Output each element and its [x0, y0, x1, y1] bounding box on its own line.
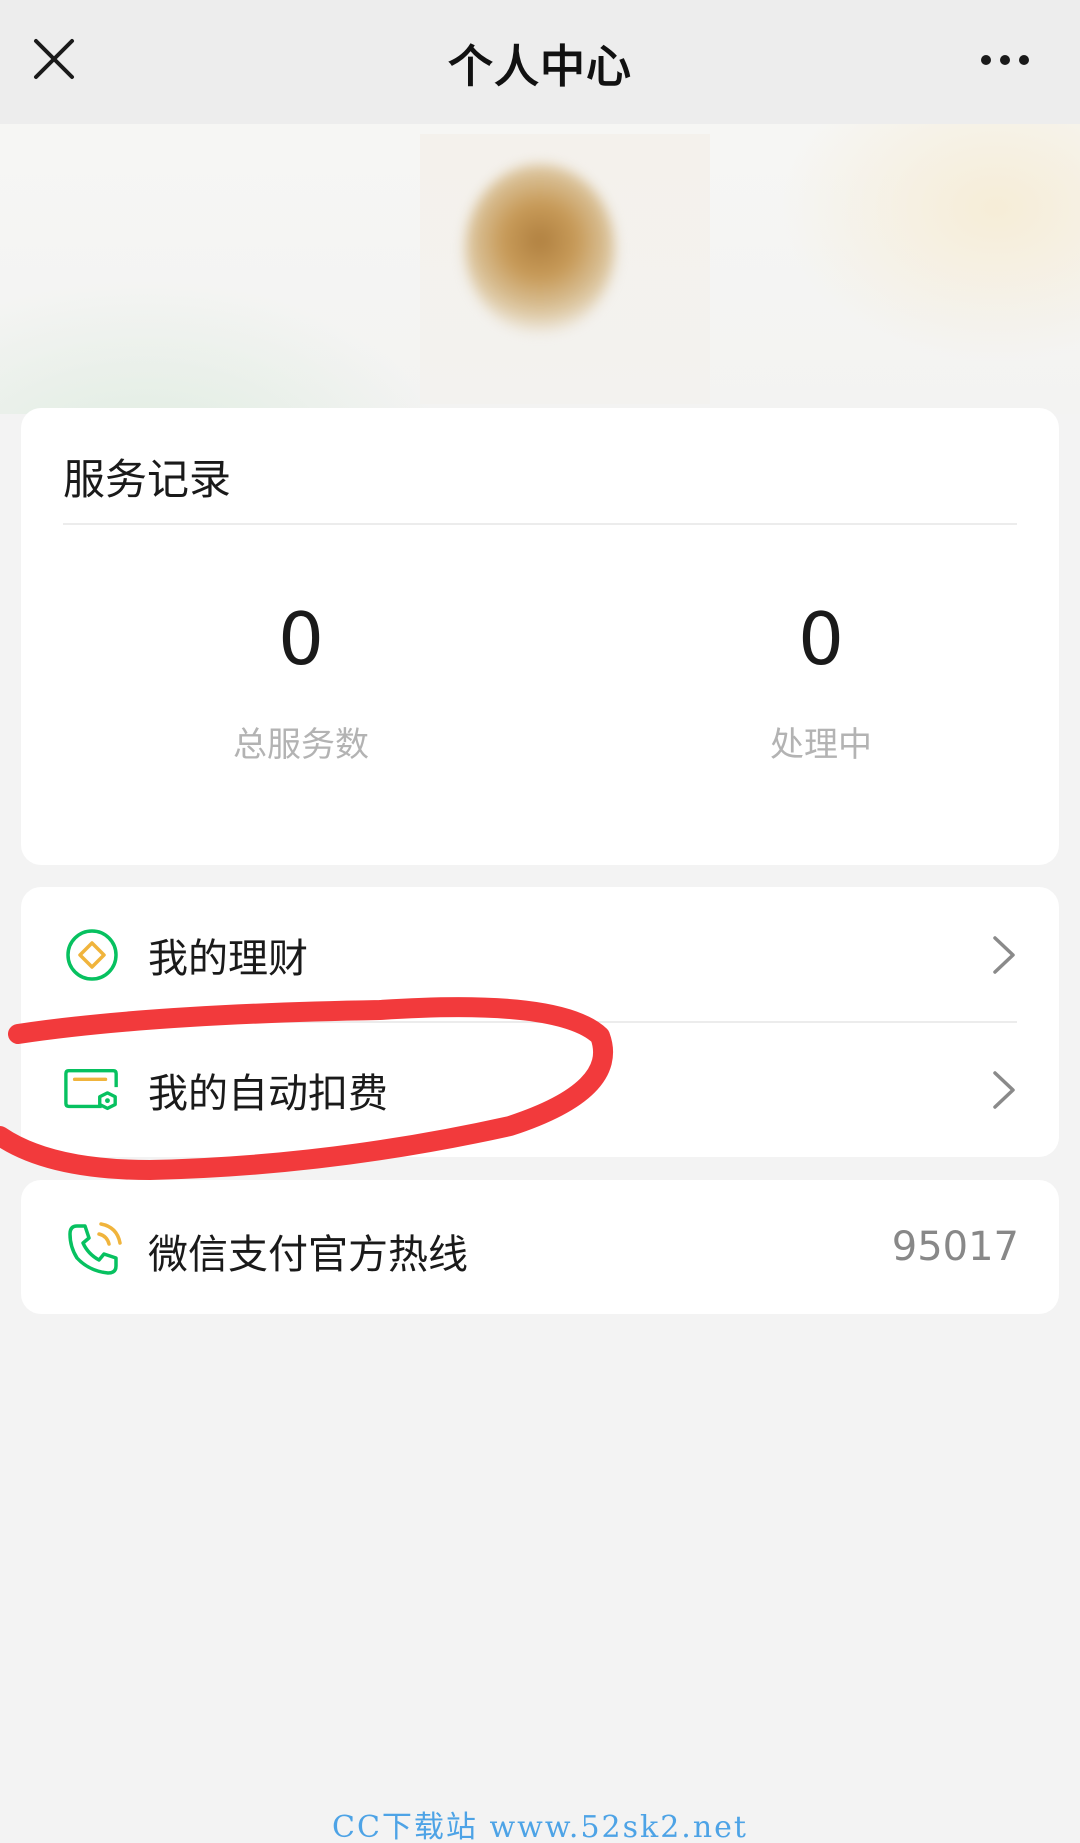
personal-center-page: 个人中心 服务记录 0 总服务数 0 处理中 我的理财 我的自动扣费 微信支付官…: [0, 0, 1080, 1843]
chevron-right-icon: [993, 935, 1015, 974]
avatar-image-blurred: [465, 164, 615, 334]
watermark-text: CC下载站 www.52sk2.net: [332, 1810, 748, 1843]
menu-item-label: 我的自动扣费: [148, 1070, 388, 1117]
divider: [63, 523, 1017, 525]
page-title: 个人中心: [447, 39, 632, 93]
profile-hero: [0, 124, 1080, 414]
close-button[interactable]: [26, 26, 82, 92]
top-nav-bar: 个人中心: [0, 0, 1080, 124]
menu-item-label: 我的理财: [148, 935, 308, 982]
close-icon: [34, 39, 74, 79]
service-records-card: 服务记录 0 总服务数 0 处理中: [21, 408, 1059, 865]
avatar[interactable]: [420, 134, 710, 404]
stat-value: 0: [278, 597, 324, 681]
stat-label: 处理中: [770, 725, 872, 765]
hotline-label: 微信支付官方热线: [148, 1232, 468, 1278]
stat-value: 0: [798, 597, 844, 681]
service-records-title: 服务记录: [63, 455, 232, 504]
stat-label: 总服务数: [233, 725, 369, 765]
stat-total-services[interactable]: 0 总服务数: [121, 603, 481, 766]
hero-decoration-right: [780, 124, 1080, 364]
menu-item-my-finance[interactable]: 我的理财: [21, 887, 1059, 1022]
hotline-number: 95017: [891, 1224, 1019, 1270]
autopay-card-icon: [63, 1061, 121, 1119]
menu-card: 我的理财 我的自动扣费: [21, 887, 1059, 1157]
finance-diamond-icon: [63, 926, 121, 984]
chevron-right-icon: [993, 1070, 1015, 1109]
hotline-card[interactable]: 微信支付官方热线 95017: [21, 1180, 1059, 1314]
phone-call-icon: [68, 1222, 122, 1275]
hero-decoration-left: [0, 264, 480, 414]
more-button[interactable]: [970, 30, 1040, 90]
more-dots-icon: [981, 55, 1029, 65]
stat-processing[interactable]: 0 处理中: [641, 603, 1001, 766]
menu-item-my-autopay[interactable]: 我的自动扣费: [21, 1022, 1059, 1157]
